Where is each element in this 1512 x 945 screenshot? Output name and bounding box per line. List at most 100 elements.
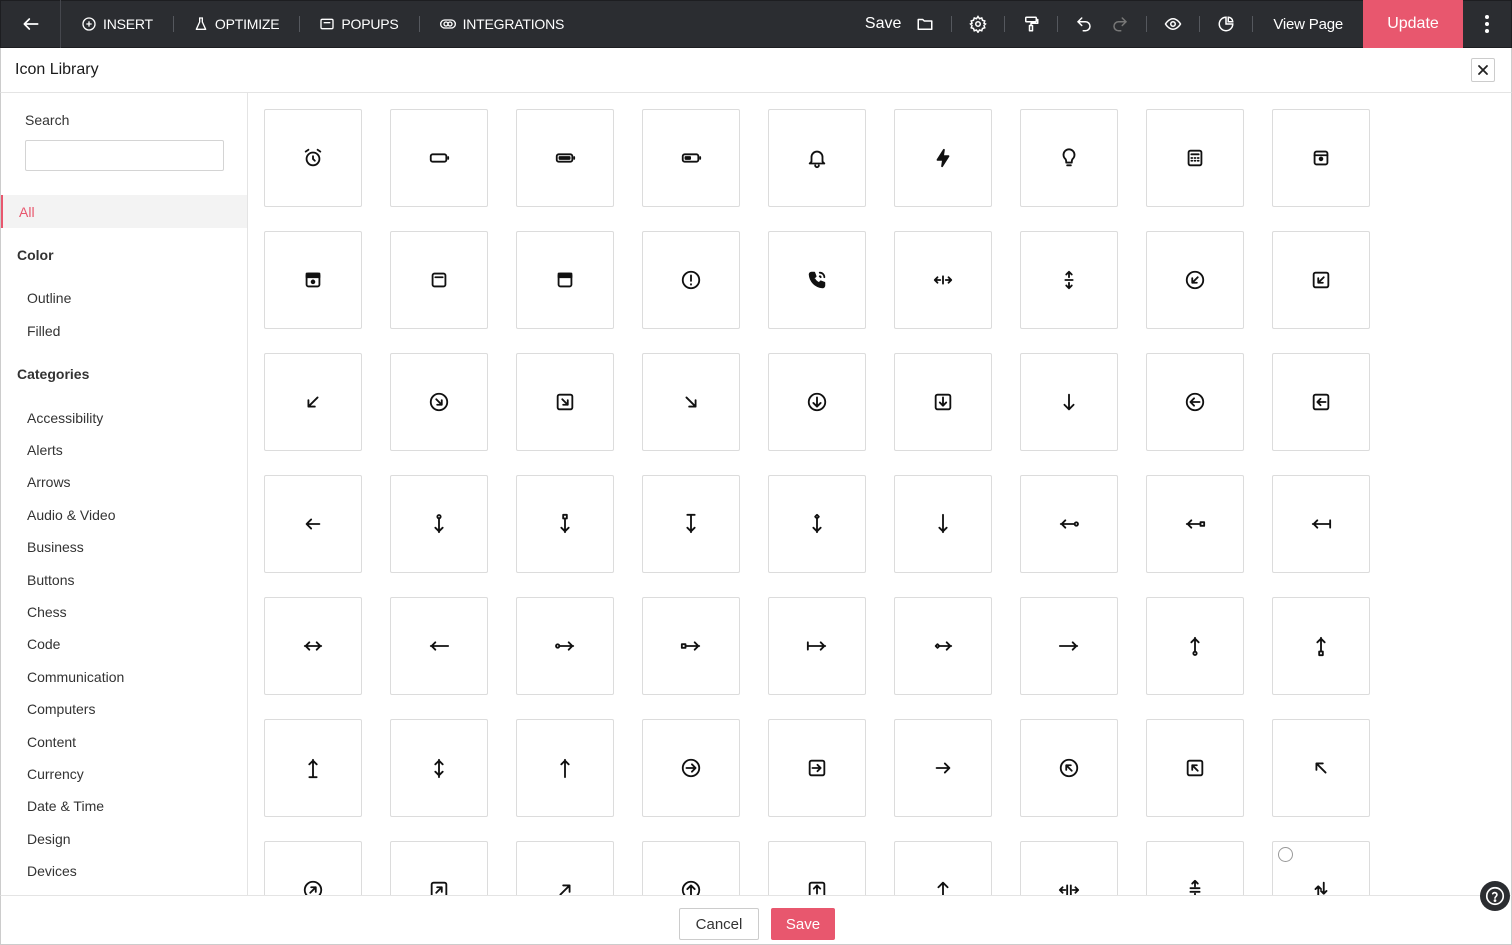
back-button[interactable] <box>1 0 61 48</box>
icon-tile[interactable] <box>768 597 866 695</box>
sidebar-item-all[interactable]: All <box>1 195 247 228</box>
insert-menu[interactable]: INSERT <box>61 0 173 48</box>
search-input[interactable] <box>25 140 224 171</box>
sidebar-item-communication[interactable]: Communication <box>27 669 124 685</box>
icon-tile[interactable] <box>390 109 488 207</box>
sidebar-item-design[interactable]: Design <box>27 831 71 847</box>
icon-tile[interactable] <box>1272 353 1370 451</box>
popups-menu[interactable]: POPUPS <box>299 0 418 48</box>
icon-tile[interactable] <box>642 109 740 207</box>
sidebar-item-currency[interactable]: Currency <box>27 766 84 782</box>
icon-tile[interactable] <box>1146 353 1244 451</box>
sidebar-item-business[interactable]: Business <box>27 539 84 555</box>
sidebar-item-filled[interactable]: Filled <box>27 323 60 339</box>
icon-tile[interactable] <box>642 719 740 817</box>
icon-tile[interactable] <box>264 231 362 329</box>
icon-tile[interactable] <box>1146 597 1244 695</box>
icon-tile[interactable] <box>1146 841 1244 895</box>
optimize-menu[interactable]: OPTIMIZE <box>172 0 300 48</box>
icon-tile[interactable] <box>390 353 488 451</box>
icon-tile[interactable] <box>894 109 992 207</box>
icon-tile[interactable] <box>1146 475 1244 573</box>
icon-tile[interactable] <box>768 841 866 895</box>
settings-button[interactable] <box>960 0 996 48</box>
sidebar-item-arrows[interactable]: Arrows <box>27 474 71 490</box>
icon-tile[interactable] <box>1272 231 1370 329</box>
selection-radio[interactable] <box>1278 847 1293 862</box>
icon-tile[interactable] <box>768 475 866 573</box>
icon-tile[interactable] <box>516 109 614 207</box>
icon-tile[interactable] <box>1272 475 1370 573</box>
icon-tile[interactable] <box>1272 597 1370 695</box>
icon-tile[interactable] <box>1020 841 1118 895</box>
icon-tile[interactable] <box>264 353 362 451</box>
sidebar-item-computers[interactable]: Computers <box>27 701 95 717</box>
toolbar-save-button[interactable]: Save <box>865 15 907 33</box>
icon-tile[interactable] <box>1272 719 1370 817</box>
icon-tile[interactable] <box>390 719 488 817</box>
folder-button[interactable] <box>907 0 943 48</box>
icon-tile[interactable] <box>1020 231 1118 329</box>
icon-tile[interactable] <box>1020 475 1118 573</box>
help-button[interactable] <box>1480 881 1510 911</box>
style-brush-button[interactable] <box>1013 0 1049 48</box>
save-button[interactable]: Save <box>771 908 835 940</box>
icon-tile[interactable] <box>1272 109 1370 207</box>
icon-tile[interactable] <box>516 719 614 817</box>
cancel-button[interactable]: Cancel <box>679 908 759 940</box>
icon-tile[interactable] <box>894 841 992 895</box>
more-options-button[interactable] <box>1463 0 1511 48</box>
icon-tile[interactable] <box>390 231 488 329</box>
icon-tile[interactable] <box>1146 109 1244 207</box>
icon-tile[interactable] <box>894 719 992 817</box>
icon-tile[interactable] <box>642 353 740 451</box>
sidebar-item-chess[interactable]: Chess <box>27 604 67 620</box>
sidebar-item-code[interactable]: Code <box>27 636 60 652</box>
icon-tile[interactable] <box>264 841 362 895</box>
icon-tile[interactable] <box>390 841 488 895</box>
icon-tile[interactable] <box>642 597 740 695</box>
icon-tile[interactable] <box>516 841 614 895</box>
icon-tile[interactable] <box>264 719 362 817</box>
icon-tile[interactable] <box>768 109 866 207</box>
sidebar-item-devices[interactable]: Devices <box>27 863 77 879</box>
icon-tile[interactable] <box>894 597 992 695</box>
icon-tile[interactable] <box>516 353 614 451</box>
view-page-link[interactable]: View Page <box>1261 16 1363 33</box>
icon-tile[interactable] <box>1020 719 1118 817</box>
icon-tile[interactable] <box>642 475 740 573</box>
icon-tile[interactable] <box>642 841 740 895</box>
icon-tile[interactable] <box>390 475 488 573</box>
icon-tile[interactable] <box>390 597 488 695</box>
preview-button[interactable] <box>1155 0 1191 48</box>
icon-tile[interactable] <box>894 231 992 329</box>
icon-tile[interactable] <box>768 719 866 817</box>
redo-button[interactable] <box>1102 0 1138 48</box>
icon-tile[interactable] <box>1146 719 1244 817</box>
icon-tile[interactable] <box>894 353 992 451</box>
icon-tile[interactable] <box>264 475 362 573</box>
sidebar-item-buttons[interactable]: Buttons <box>27 572 74 588</box>
sidebar-item-alerts[interactable]: Alerts <box>27 442 63 458</box>
icon-tile[interactable] <box>1020 597 1118 695</box>
update-button[interactable]: Update <box>1363 0 1463 48</box>
sidebar-item-date-time[interactable]: Date & Time <box>27 798 104 814</box>
icon-tile[interactable] <box>894 475 992 573</box>
undo-button[interactable] <box>1066 0 1102 48</box>
close-button[interactable] <box>1471 58 1495 82</box>
icon-tile[interactable] <box>768 353 866 451</box>
icon-tile[interactable] <box>516 231 614 329</box>
icon-tile[interactable] <box>516 475 614 573</box>
icon-tile[interactable] <box>264 109 362 207</box>
icon-tile[interactable] <box>642 231 740 329</box>
sidebar-item-content[interactable]: Content <box>27 734 76 750</box>
analytics-button[interactable] <box>1208 0 1244 48</box>
sidebar-item-accessibility[interactable]: Accessibility <box>27 410 103 426</box>
icon-tile[interactable] <box>516 597 614 695</box>
icon-tile[interactable] <box>768 231 866 329</box>
integrations-menu[interactable]: INTEGRATIONS <box>418 0 585 48</box>
icon-tile[interactable] <box>1146 231 1244 329</box>
icon-tile[interactable] <box>1020 109 1118 207</box>
sidebar-item-audio-video[interactable]: Audio & Video <box>27 507 115 523</box>
sidebar-item-outline[interactable]: Outline <box>27 290 71 306</box>
